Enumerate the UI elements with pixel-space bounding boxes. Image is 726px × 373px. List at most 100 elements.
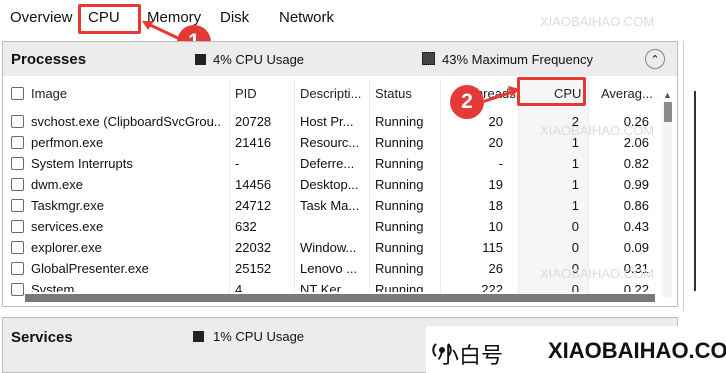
cell-threads: 10 [488,219,503,234]
vertical-scrollbar[interactable] [662,102,672,297]
row-checkbox[interactable] [11,136,24,149]
cell-description: Window... [300,240,357,255]
select-all-checkbox[interactable] [11,87,24,100]
cell-description: Desktop... [300,177,359,192]
cell-pid: 21416 [235,135,272,150]
cell-threads: 19 [488,177,503,192]
services-title: Services [11,329,73,346]
col-image[interactable]: Image [31,76,67,110]
cell-average: 0.31 [623,261,649,276]
cell-cpu: 1 [571,198,579,213]
cell-status: Running [375,219,424,234]
cell-cpu: 0 [571,261,579,276]
processes-title: Processes [11,51,87,68]
cell-pid: 22032 [235,240,272,255]
cell-image: GlobalPresenter.exe [31,261,149,276]
cell-threads: - [498,156,503,171]
cell-status: Running [375,177,424,192]
cell-image: svchost.exe (ClipboardSvcGrou... [31,114,221,129]
scroll-up-icon[interactable]: ▲ [663,90,672,100]
row-checkbox[interactable] [11,241,24,254]
cell-average: 0.82 [623,156,649,171]
cell-description: Deferre... [300,156,355,171]
cpu-usage-legend-icon [195,54,206,65]
step2-badge: 2 [450,85,484,119]
processes-cpu-usage: 4% CPU Usage [213,52,305,67]
processes-max-frequency: 43% Maximum Frequency [442,52,593,67]
cell-average: 0.43 [623,219,649,234]
cell-status: Running [375,282,424,292]
services-cpu-legend-icon [193,331,204,342]
cell-cpu: 1 [571,156,579,171]
col-pid[interactable]: PID [235,76,257,110]
cell-image: services.exe [31,219,104,234]
cpu-tab-highlight [78,4,141,34]
cell-pid: 24712 [235,198,272,213]
cell-cpu: 0 [571,282,579,292]
cpu-column-highlight [517,77,586,106]
cell-cpu: 0 [571,219,579,234]
tab-network[interactable]: Network [279,9,334,26]
col-status[interactable]: Status [375,76,412,110]
cell-cpu: 0 [571,240,579,255]
watermark-brand: XIAOBAIHAO.COM [548,338,726,363]
cell-image: dwm.exe [31,177,84,192]
row-checkbox[interactable] [11,220,24,233]
cell-description: NT Ker... [300,282,352,292]
col-description[interactable]: Descripti... [300,76,361,110]
cell-average: 0.22 [623,282,649,292]
row-checkbox[interactable] [11,283,24,296]
cell-status: Running [375,135,424,150]
cell-pid: - [235,156,240,171]
col-divider [294,80,295,300]
horizontal-scrollbar[interactable] [25,294,655,302]
services-cpu-usage: 1% CPU Usage [213,329,305,344]
col-average[interactable]: Averag... [601,76,653,110]
col-divider [229,80,230,300]
cell-pid: 632 [235,219,257,234]
cell-pid: 25152 [235,261,272,276]
cell-pid: 4 [235,282,243,292]
row-checkbox[interactable] [11,115,24,128]
cell-image: explorer.exe [31,240,102,255]
cell-average: 0.09 [623,240,649,255]
col-divider [369,80,370,300]
cell-image: perfmon.exe [31,135,104,150]
cell-status: Running [375,114,424,129]
cell-status: Running [375,156,424,171]
graph-frame [694,91,716,291]
frequency-legend-icon [422,52,435,65]
cell-image: System [31,282,75,292]
cell-description: Host Pr... [300,114,354,129]
row-checkbox[interactable] [11,178,24,191]
cell-cpu: 1 [571,135,579,150]
cell-cpu: 1 [571,177,579,192]
watermark-cn: 小白号 [437,343,504,368]
cell-description: Lenovo ... [300,261,358,276]
tab-overview[interactable]: Overview [10,9,73,26]
cell-threads: 222 [481,282,503,292]
cell-image: System Interrupts [31,156,133,171]
graph-pane [683,41,726,311]
cell-threads: 115 [482,240,503,255]
cell-average: 2.06 [623,135,649,150]
cell-description: Resourc... [300,135,360,150]
step2-arrow [481,86,520,104]
cell-threads: 26 [488,261,503,276]
cell-pid: 20728 [235,114,272,129]
cell-threads: 20 [488,135,503,150]
cell-average: 0.99 [623,177,649,192]
cell-pid: 14456 [235,177,272,192]
row-checkbox[interactable] [11,157,24,170]
row-checkbox[interactable] [11,199,24,212]
cell-threads: 18 [488,198,503,213]
cell-average: 0.26 [623,114,649,129]
processes-header[interactable]: Processes 4% CPU Usage 43% Maximum Frequ… [3,42,677,76]
collapse-chevron-up-icon[interactable]: ⌃ [645,49,665,69]
cell-status: Running [375,261,424,276]
cell-cpu: 2 [571,114,579,129]
row-checkbox[interactable] [11,262,24,275]
tab-disk[interactable]: Disk [220,9,249,26]
vertical-scrollbar-thumb[interactable] [664,102,672,122]
cell-image: Taskmgr.exe [31,198,104,213]
